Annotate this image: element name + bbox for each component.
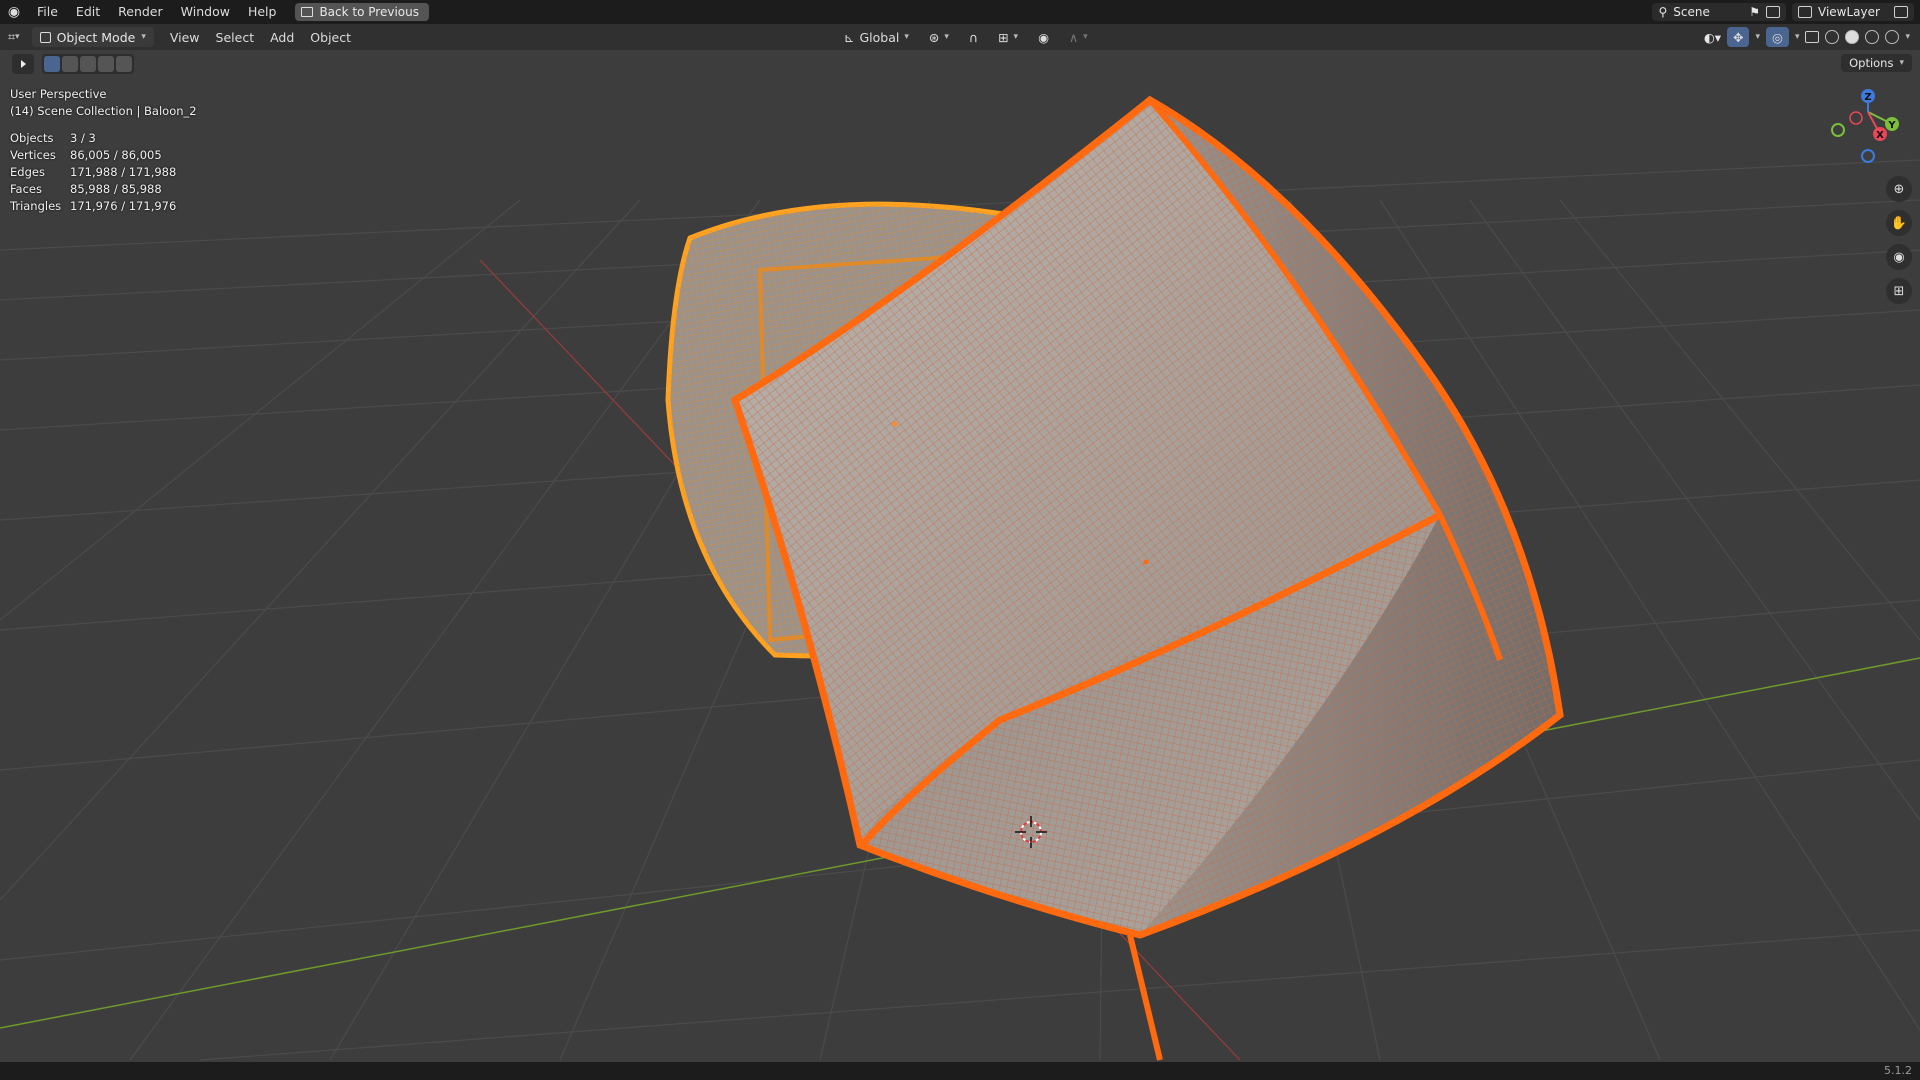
hand-icon[interactable]: ✋	[1886, 210, 1912, 236]
menu-file[interactable]: File	[28, 0, 67, 24]
scene-selector[interactable]: ⚲ Scene ⚑	[1652, 3, 1786, 21]
menu-object[interactable]: Object	[302, 27, 359, 47]
gizmo-neg-z-axis[interactable]	[1861, 149, 1875, 163]
falloff-curve-icon: ∧	[1069, 29, 1079, 45]
stat-label: Triangles	[10, 199, 62, 213]
stat-row: Faces 85,988 / 85,988	[10, 181, 197, 198]
viewport-shading-tools: ◐▾ ✥ ▾ ◎ ▾ ▾	[1704, 27, 1910, 47]
menu-view[interactable]: View	[162, 27, 208, 47]
gizmo-icon: ✥	[1733, 29, 1744, 45]
status-bar: 5.1.2	[0, 1062, 1920, 1080]
gizmo-y-label: Y	[1887, 120, 1896, 131]
pin-icon[interactable]: ⚑	[1749, 5, 1760, 19]
screen-icon	[301, 7, 314, 17]
pivot-point-dropdown[interactable]: ⊛ ▾	[923, 27, 955, 47]
scene-statistics: Objects 3 / 3 Vertices 86,005 / 86,005 E…	[10, 130, 197, 215]
pivot-icon: ⊛	[928, 29, 940, 45]
stat-value: 86,005 / 86,005	[70, 148, 162, 162]
new-scene-icon[interactable]	[1766, 6, 1780, 18]
menu-add[interactable]: Add	[262, 27, 302, 47]
stat-row: Edges 171,988 / 171,988	[10, 164, 197, 181]
xray-toggle-icon[interactable]	[1805, 31, 1820, 43]
wireframe-shading-icon[interactable]	[1825, 30, 1840, 44]
rendered-shading-icon[interactable]	[1885, 30, 1900, 44]
gizmo-x-label: X	[1876, 130, 1884, 141]
scene-name: Scene	[1673, 5, 1710, 19]
menu-window[interactable]: Window	[172, 0, 239, 24]
viewport-header: ⌗ ▾ Object Mode ▾ View Select Add Object …	[0, 24, 1920, 50]
overlays-toggle[interactable]: ◎	[1766, 27, 1789, 47]
menu-edit[interactable]: Edit	[67, 0, 109, 24]
stat-label: Edges	[10, 165, 45, 179]
snap-target-dropdown[interactable]: ⊞ ▾	[992, 27, 1024, 47]
falloff-dropdown[interactable]: ∧ ▾	[1063, 27, 1094, 47]
stat-value: 85,988 / 85,988	[70, 182, 162, 196]
snap-toggle[interactable]: ∩	[963, 27, 984, 47]
gizmo-neg-x-axis[interactable]	[1849, 111, 1863, 125]
proportional-edit-toggle[interactable]: ◉	[1032, 27, 1055, 47]
gizmo-neg-y-axis[interactable]	[1831, 123, 1845, 137]
stat-label: Faces	[10, 182, 42, 196]
gizmo-toggle[interactable]: ✥	[1727, 27, 1750, 47]
object-mode-icon	[39, 31, 51, 43]
editor-type-dropdown[interactable]: ⌗ ▾	[0, 27, 28, 47]
object-mode-dropdown[interactable]: Object Mode ▾	[31, 27, 154, 47]
new-view-layer-icon[interactable]	[1894, 6, 1908, 18]
back-to-previous-label: Back to Previous	[319, 5, 419, 19]
orientation-axes-icon: ⊾	[844, 29, 855, 45]
top-menubar: ◉ File Edit Render Window Help Back to P…	[0, 0, 1920, 24]
orientation-dropdown[interactable]: ⊾ Global ▾	[838, 27, 915, 47]
version-label: 5.1.2	[1884, 1064, 1912, 1077]
overlays-icon: ◎	[1772, 29, 1783, 45]
perspective-grid-icon[interactable]: ⊞	[1886, 278, 1912, 304]
top-right-selectors: ⚲ Scene ⚑ ViewLayer	[1652, 0, 1920, 24]
camera-icon[interactable]: ◉	[1886, 244, 1912, 270]
navigation-gizmo[interactable]: Z Y X	[1831, 89, 1899, 163]
transform-tools: ⊾ Global ▾ ⊛ ▾ ∩ ⊞ ▾ ◉ ∧ ▾	[838, 27, 1094, 47]
stat-value: 171,988 / 171,988	[70, 165, 177, 179]
blender-logo-icon[interactable]: ◉	[0, 4, 28, 20]
orientation-label: Global	[859, 29, 900, 45]
view-layer-selector[interactable]: ViewLayer	[1792, 3, 1914, 21]
stat-row: Vertices 86,005 / 86,005	[10, 147, 197, 164]
viewport-info-overlay: User Perspective (14) Scene Collection |…	[10, 86, 197, 215]
stat-row: Triangles 171,976 / 171,976	[10, 198, 197, 215]
gizmo-z-label: Z	[1864, 92, 1871, 103]
chevron-down-icon: ▾	[904, 32, 909, 42]
viewport-canvas[interactable]: Z Y X	[0, 50, 1920, 1062]
stat-row: Objects 3 / 3	[10, 130, 197, 147]
proportional-edit-icon: ◉	[1038, 29, 1049, 45]
solid-shading-icon[interactable]	[1845, 30, 1860, 44]
menu-help[interactable]: Help	[239, 0, 286, 24]
menu-select[interactable]: Select	[208, 27, 263, 47]
stat-label: Vertices	[10, 148, 56, 162]
stat-value: 3 / 3	[70, 131, 96, 145]
magnet-icon: ∩	[968, 29, 979, 45]
zoom-icon[interactable]: ⊕	[1886, 176, 1912, 202]
stat-value: 171,976 / 171,976	[70, 199, 177, 213]
material-shading-icon[interactable]	[1865, 30, 1880, 44]
view-perspective-label: User Perspective	[10, 87, 107, 101]
viewport-navigation-buttons: ⊕ ✋ ◉ ⊞	[1886, 176, 1912, 304]
snap-increment-icon: ⊞	[998, 29, 1009, 45]
active-collection-label: (14) Scene Collection | Baloon_2	[10, 104, 197, 118]
stat-label: Objects	[10, 131, 54, 145]
object-mode-label: Object Mode	[56, 29, 136, 45]
scene-icon: ⚲	[1658, 5, 1668, 19]
back-to-previous-button[interactable]: Back to Previous	[295, 3, 429, 21]
view-layer-icon	[1798, 6, 1812, 18]
view-layer-name: ViewLayer	[1818, 5, 1880, 19]
editor-type-icon: ⌗	[8, 29, 16, 44]
visibility-icon[interactable]: ◐▾	[1704, 30, 1721, 45]
chevron-down-icon: ▾	[141, 32, 146, 42]
menu-render[interactable]: Render	[109, 0, 172, 24]
